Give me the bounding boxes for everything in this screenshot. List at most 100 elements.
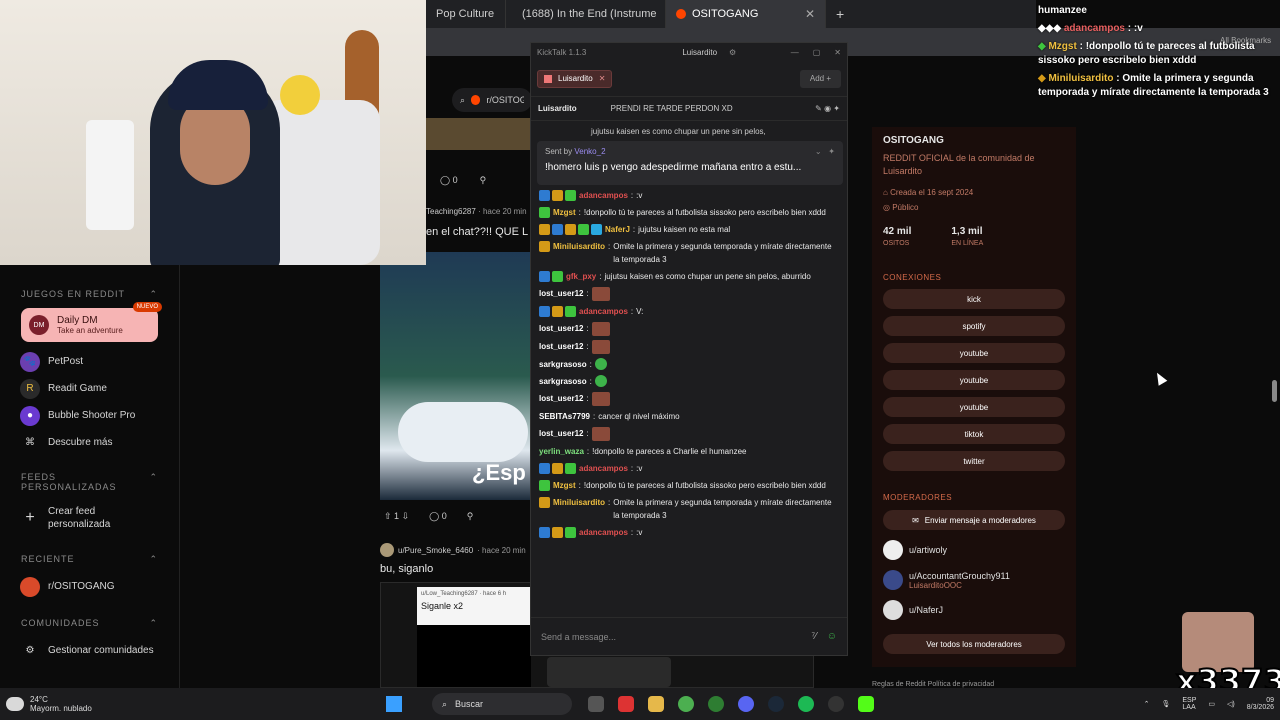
connection-twitter[interactable]: twitter bbox=[883, 451, 1065, 471]
chat-message[interactable]: NaferJ: jujutsu kaisen no esta mal bbox=[539, 223, 839, 236]
clock[interactable]: 09 8/3/2026 bbox=[1247, 697, 1274, 711]
add-channel-button[interactable]: Add + bbox=[799, 69, 841, 88]
logged-user[interactable]: Luisardito bbox=[682, 48, 717, 57]
chat-username[interactable]: SEBITAs7799 bbox=[539, 410, 590, 423]
chat-username[interactable]: adancampos bbox=[579, 462, 628, 475]
mod-item[interactable]: u/artiwoly bbox=[883, 540, 1065, 560]
network-icon[interactable]: ▭ bbox=[1208, 700, 1215, 708]
connection-kick[interactable]: kick bbox=[883, 289, 1065, 309]
chat-username[interactable]: adancampos bbox=[579, 189, 628, 202]
windows-start-icon[interactable] bbox=[386, 696, 402, 712]
comment-button[interactable]: ◯ 0 bbox=[429, 511, 447, 522]
all-mods-button[interactable]: Ver todos los moderadores bbox=[883, 634, 1065, 654]
mod-item[interactable]: u/NaferJ bbox=[883, 600, 1065, 620]
tab-ositogang[interactable]: OSITOGANG ✕ bbox=[666, 0, 826, 28]
chat-username[interactable]: lost_user12 bbox=[539, 340, 583, 353]
pin-icon[interactable]: ⌄ ✦ bbox=[815, 147, 835, 156]
chevron-up-icon[interactable]: ⌃ bbox=[1144, 700, 1150, 708]
chat-message[interactable]: Miniluisardito: Omite la primera y segund… bbox=[539, 240, 839, 266]
chat-username[interactable]: lost_user12 bbox=[539, 427, 583, 440]
page-scrollbar[interactable] bbox=[1272, 380, 1277, 402]
weather-widget[interactable]: 24°C Mayorm. nublado bbox=[6, 695, 386, 713]
obs-icon[interactable] bbox=[828, 696, 844, 712]
reddit-footer[interactable]: Reglas de Reddit Política de privacidad bbox=[872, 681, 994, 688]
chat-tools-icons[interactable]: ✎ ◉ ✦ bbox=[815, 104, 840, 113]
chrome-icon[interactable] bbox=[678, 696, 694, 712]
mic-icon[interactable]: 🎙 bbox=[1162, 700, 1171, 708]
close-icon[interactable]: ✕ bbox=[834, 48, 841, 57]
feeds-header[interactable]: FEEDS PERSONALIZADAS ⌃ bbox=[0, 462, 179, 500]
volume-icon[interactable]: ◁) bbox=[1227, 700, 1235, 708]
app-icon-red[interactable] bbox=[618, 696, 634, 712]
chat-username[interactable]: gfk_pxy bbox=[566, 270, 596, 283]
chat-username[interactable]: adancampos bbox=[579, 305, 628, 318]
new-tab-button[interactable]: + bbox=[826, 6, 854, 22]
chat-message[interactable]: lost_user12: bbox=[539, 322, 839, 336]
daily-dm-item[interactable]: DM Daily DM Take an adventure NUEVO bbox=[21, 302, 162, 342]
chat-username[interactable]: sarkgrasoso bbox=[539, 375, 587, 388]
recent-header[interactable]: RECIENTE ⌃ bbox=[0, 544, 179, 573]
chat-message[interactable]: adancampos::v bbox=[539, 189, 839, 202]
channel-tab[interactable]: Luisardito ✕ bbox=[537, 69, 613, 88]
search-bar[interactable]: ⌕ r/OSITOG bbox=[452, 88, 532, 112]
chat-username[interactable]: lost_user12 bbox=[539, 287, 583, 300]
taskbar-search[interactable]: ⌕ Buscar bbox=[432, 693, 572, 715]
language-indicator[interactable]: ESP LAA bbox=[1182, 697, 1196, 711]
meme-image[interactable]: ¿Esp bbox=[380, 252, 530, 500]
post3-title[interactable]: bu, siganlo bbox=[380, 563, 433, 575]
minimize-icon[interactable]: — bbox=[791, 48, 799, 57]
chat-username[interactable]: Miniluisardito bbox=[553, 496, 605, 509]
chat-message[interactable]: adancampos::v bbox=[539, 462, 839, 475]
chat-message[interactable]: sarkgrasoso: bbox=[539, 375, 839, 388]
chat-message[interactable]: adancampos::v bbox=[539, 526, 839, 539]
post1-title[interactable]: en el chat??!! QUE L bbox=[426, 226, 528, 238]
message-mods-button[interactable]: ✉ Enviar mensaje a moderadores bbox=[883, 510, 1065, 530]
chat-username[interactable]: lost_user12 bbox=[539, 392, 583, 405]
steam-icon[interactable] bbox=[768, 696, 784, 712]
chat-username[interactable]: NaferJ bbox=[605, 223, 630, 236]
close-icon[interactable]: ✕ bbox=[805, 7, 815, 21]
chat-input[interactable]: Send a message... ⁷⁄ ☺ bbox=[531, 617, 847, 655]
connection-youtube-3[interactable]: youtube bbox=[883, 397, 1065, 417]
chat-message[interactable]: yerlin_waza: !donpollo te pareces a Charl… bbox=[539, 445, 839, 458]
connection-youtube-1[interactable]: youtube bbox=[883, 343, 1065, 363]
xbox-icon[interactable] bbox=[708, 696, 724, 712]
spotify-icon[interactable] bbox=[798, 696, 814, 712]
chat-message[interactable]: gfk_pxy: jujutsu kaisen es como chupar un… bbox=[539, 270, 839, 283]
close-icon[interactable]: ✕ bbox=[599, 74, 606, 83]
vote-control[interactable]: ⇧ 1 ⇩ bbox=[384, 511, 409, 522]
connection-spotify[interactable]: spotify bbox=[883, 316, 1065, 336]
sidebar-item-readit[interactable]: R Readit Game bbox=[0, 375, 179, 402]
chat-message[interactable]: Miniluisardito: Omite la primera y segund… bbox=[539, 496, 839, 522]
tab-youtube[interactable]: (1688) In the End (Instrume ✕ bbox=[506, 0, 666, 28]
chat-username[interactable]: sarkgrasoso bbox=[539, 358, 587, 371]
chat-username[interactable]: Mzgst bbox=[553, 479, 576, 492]
chat-message[interactable]: lost_user12: bbox=[539, 427, 839, 441]
communities-header[interactable]: COMUNIDADES ⌃ bbox=[0, 608, 179, 637]
post-author[interactable]: Teaching6287 bbox=[426, 207, 476, 216]
maximize-icon[interactable]: ▢ bbox=[813, 48, 821, 57]
chat-username[interactable]: Miniluisardito bbox=[553, 240, 605, 253]
recent-item-ositogang[interactable]: r/OSITOGANG bbox=[0, 573, 179, 600]
pinned-message[interactable]: Sent by Venko_2 ⌄ ✦ !homero luis p vengo… bbox=[537, 141, 843, 185]
task-view-icon[interactable] bbox=[588, 696, 604, 712]
kick-icon[interactable] bbox=[858, 696, 874, 712]
emoji-icon[interactable]: ☺ bbox=[827, 631, 837, 642]
chat-message[interactable]: adancampos: V: bbox=[539, 305, 839, 318]
chat-message[interactable]: lost_user12: bbox=[539, 392, 839, 406]
award-icon[interactable]: ⚲ bbox=[480, 175, 487, 186]
comment-button[interactable]: ◯ 0 bbox=[440, 175, 458, 186]
create-feed-item[interactable]: + Crear feed personalizada bbox=[0, 500, 179, 536]
sidebar-item-petpost[interactable]: 🐾 PetPost bbox=[0, 348, 179, 375]
chat-username[interactable]: yerlin_waza bbox=[539, 445, 584, 458]
chat-username[interactable]: lost_user12 bbox=[539, 322, 583, 335]
pinned-user[interactable]: Venko_2 bbox=[574, 147, 605, 156]
chat-message[interactable]: sarkgrasoso: bbox=[539, 358, 839, 371]
manage-communities-item[interactable]: ⚙ Gestionar comunidades bbox=[0, 637, 179, 664]
chat-message[interactable]: Mzgst: !donpollo tú te pareces al futboli… bbox=[539, 206, 839, 219]
discord-icon[interactable] bbox=[738, 696, 754, 712]
tab-pop-culture[interactable]: Pop Culture ✕ bbox=[426, 0, 506, 28]
chat-message[interactable]: lost_user12: bbox=[539, 340, 839, 354]
chat-username[interactable]: adancampos bbox=[579, 526, 628, 539]
chat-message[interactable]: lost_user12: bbox=[539, 287, 839, 301]
